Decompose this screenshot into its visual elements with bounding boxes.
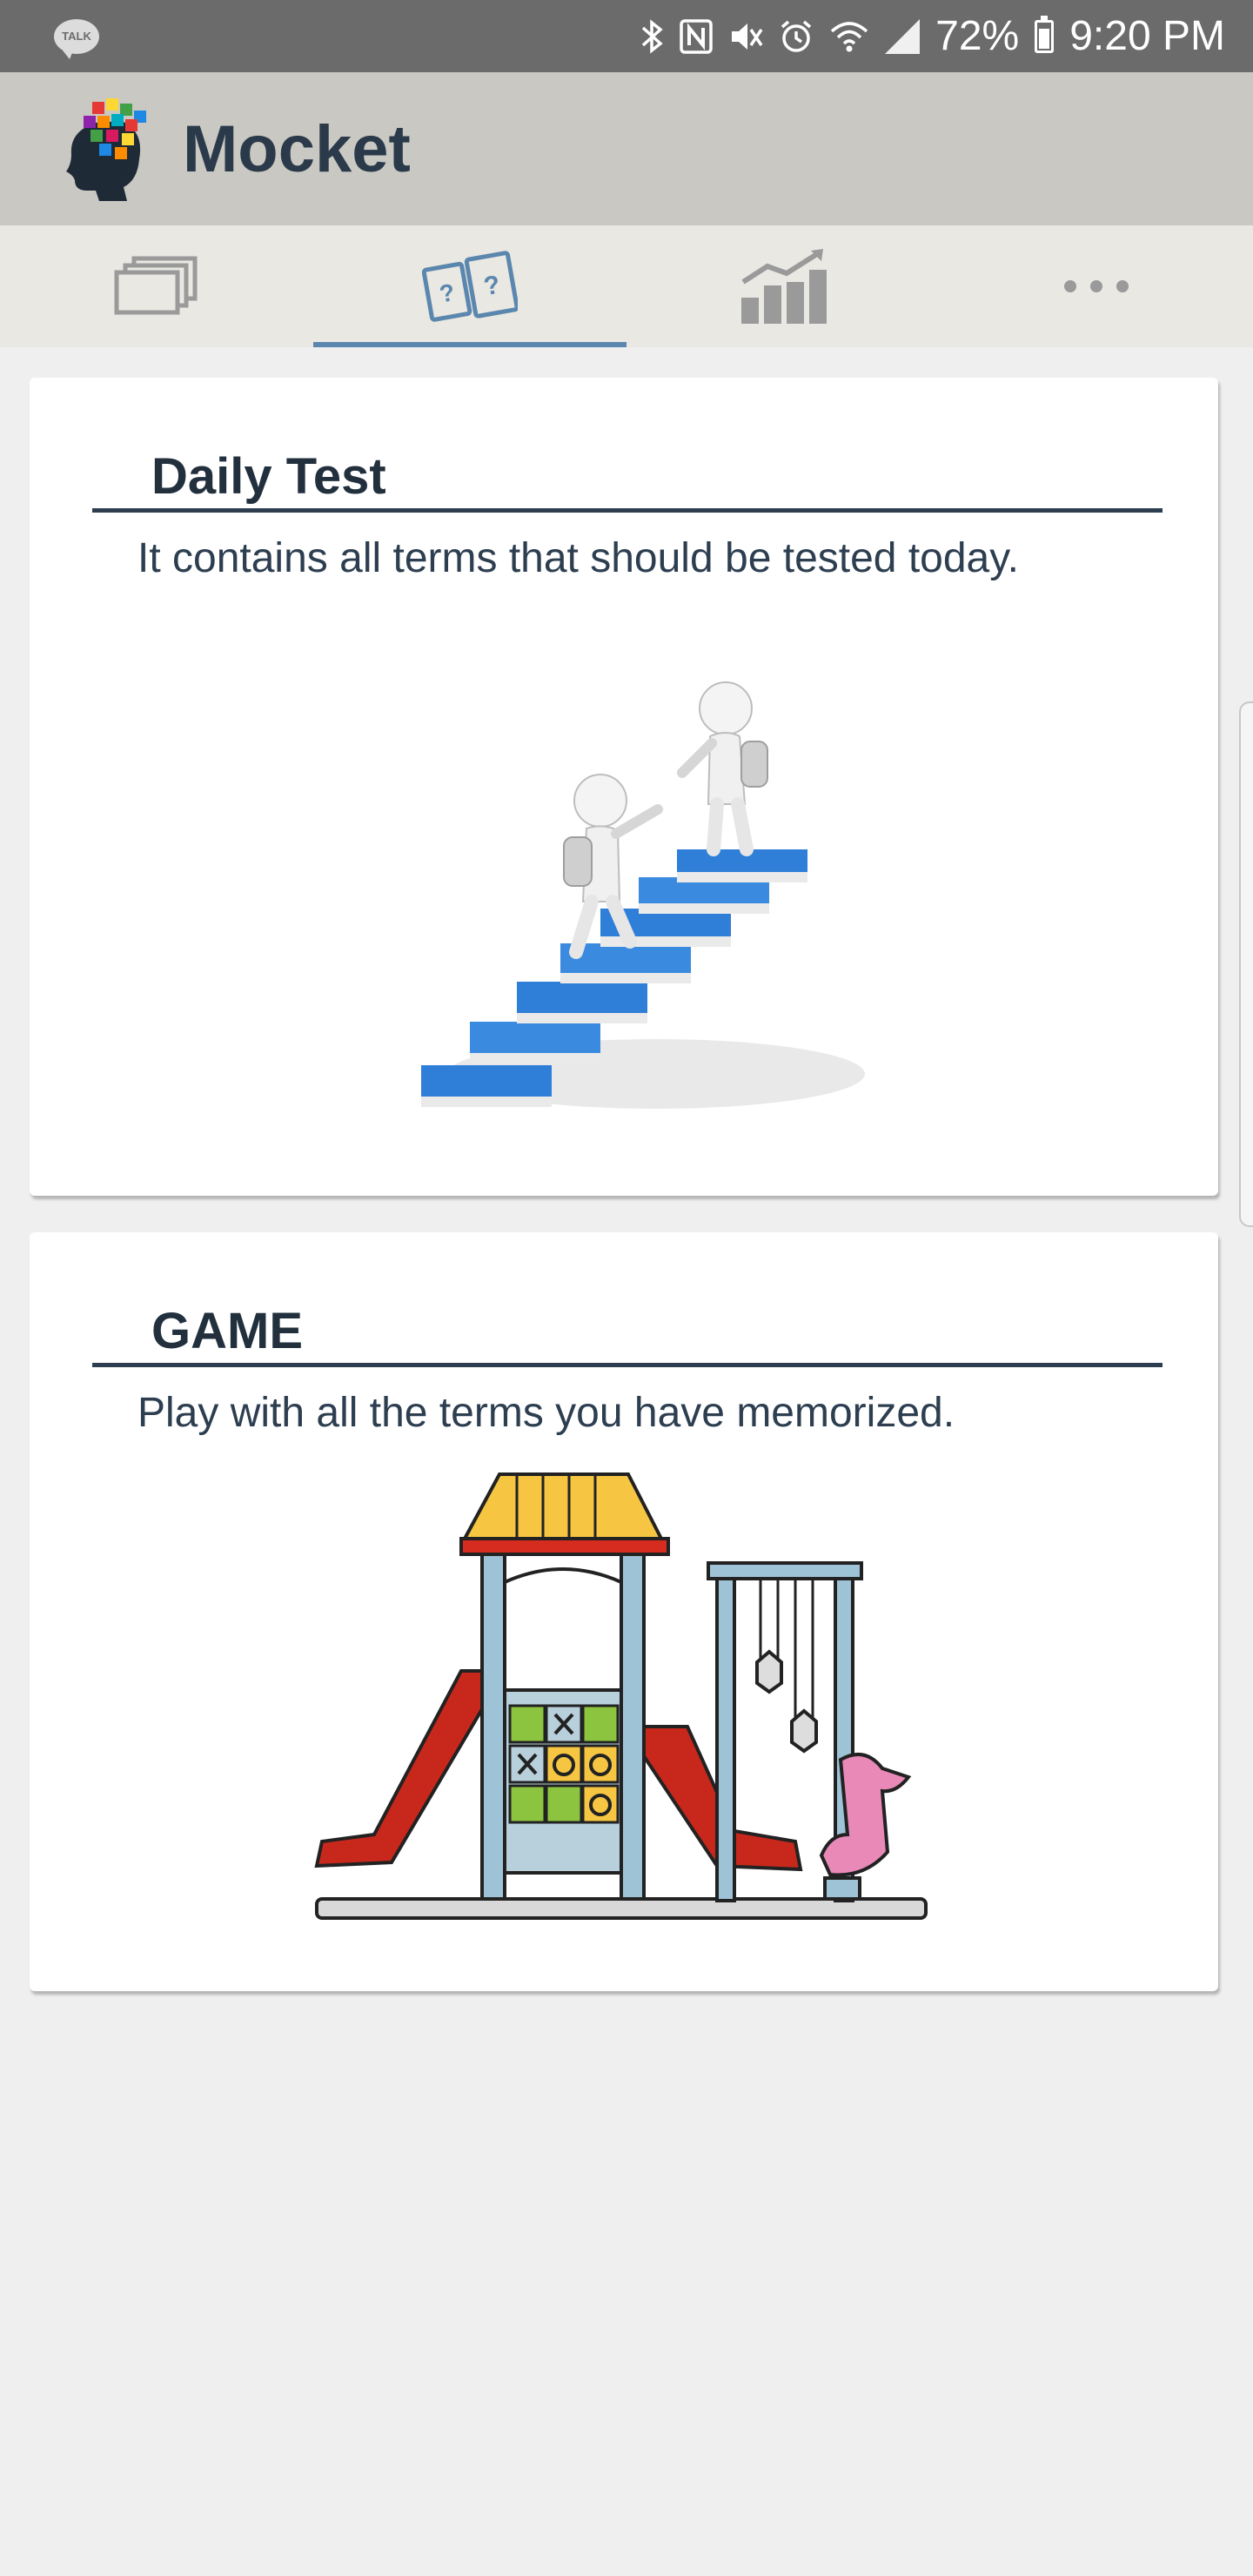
- tab-stats[interactable]: [626, 225, 940, 347]
- more-icon: [1064, 280, 1129, 292]
- daily-test-card[interactable]: Daily Test It contains all terms that sh…: [30, 378, 1218, 1196]
- wifi-icon: [829, 19, 869, 54]
- battery-percent: 72%: [935, 13, 1020, 59]
- tab-bar: ? ?: [0, 225, 1253, 347]
- cards-stack-icon: [114, 256, 198, 315]
- tab-more[interactable]: [940, 225, 1253, 347]
- game-card[interactable]: GAME Play with all the terms you have me…: [30, 1232, 1218, 1991]
- divider: [92, 508, 1163, 513]
- brain-puzzle-logo: [61, 97, 151, 201]
- bluetooth-icon: [640, 18, 664, 54]
- clock-time: 9:20 PM: [1069, 13, 1225, 59]
- nfc-icon: [680, 18, 713, 54]
- tab-test[interactable]: ? ?: [313, 225, 626, 347]
- card-description: Play with all the terms you have memoriz…: [137, 1390, 955, 1436]
- alarm-icon: [779, 19, 814, 54]
- bar-chart-icon: [741, 249, 827, 324]
- signal-icon: [885, 18, 921, 54]
- card-description: It contains all terms that should be tes…: [137, 535, 1020, 581]
- tab-cards[interactable]: [0, 225, 313, 347]
- status-bar: TALK 72% 9:20 PM: [0, 0, 1253, 72]
- divider: [92, 1363, 1163, 1367]
- talk-icon: TALK: [54, 18, 99, 59]
- card-heading: Daily Test: [151, 448, 386, 505]
- mute-icon: [728, 19, 763, 54]
- app-bar: Mocket: [0, 72, 1253, 225]
- app-title: Mocket: [183, 111, 411, 186]
- scroll-handle[interactable]: [1239, 701, 1253, 1227]
- quiz-cards-icon: ? ?: [422, 251, 518, 322]
- battery-icon: [1035, 15, 1055, 53]
- playground-tic-tac-toe-illustration: [314, 1472, 928, 1920]
- figures-climbing-book-stairs-illustration: [421, 681, 865, 1109]
- card-heading: GAME: [151, 1303, 303, 1359]
